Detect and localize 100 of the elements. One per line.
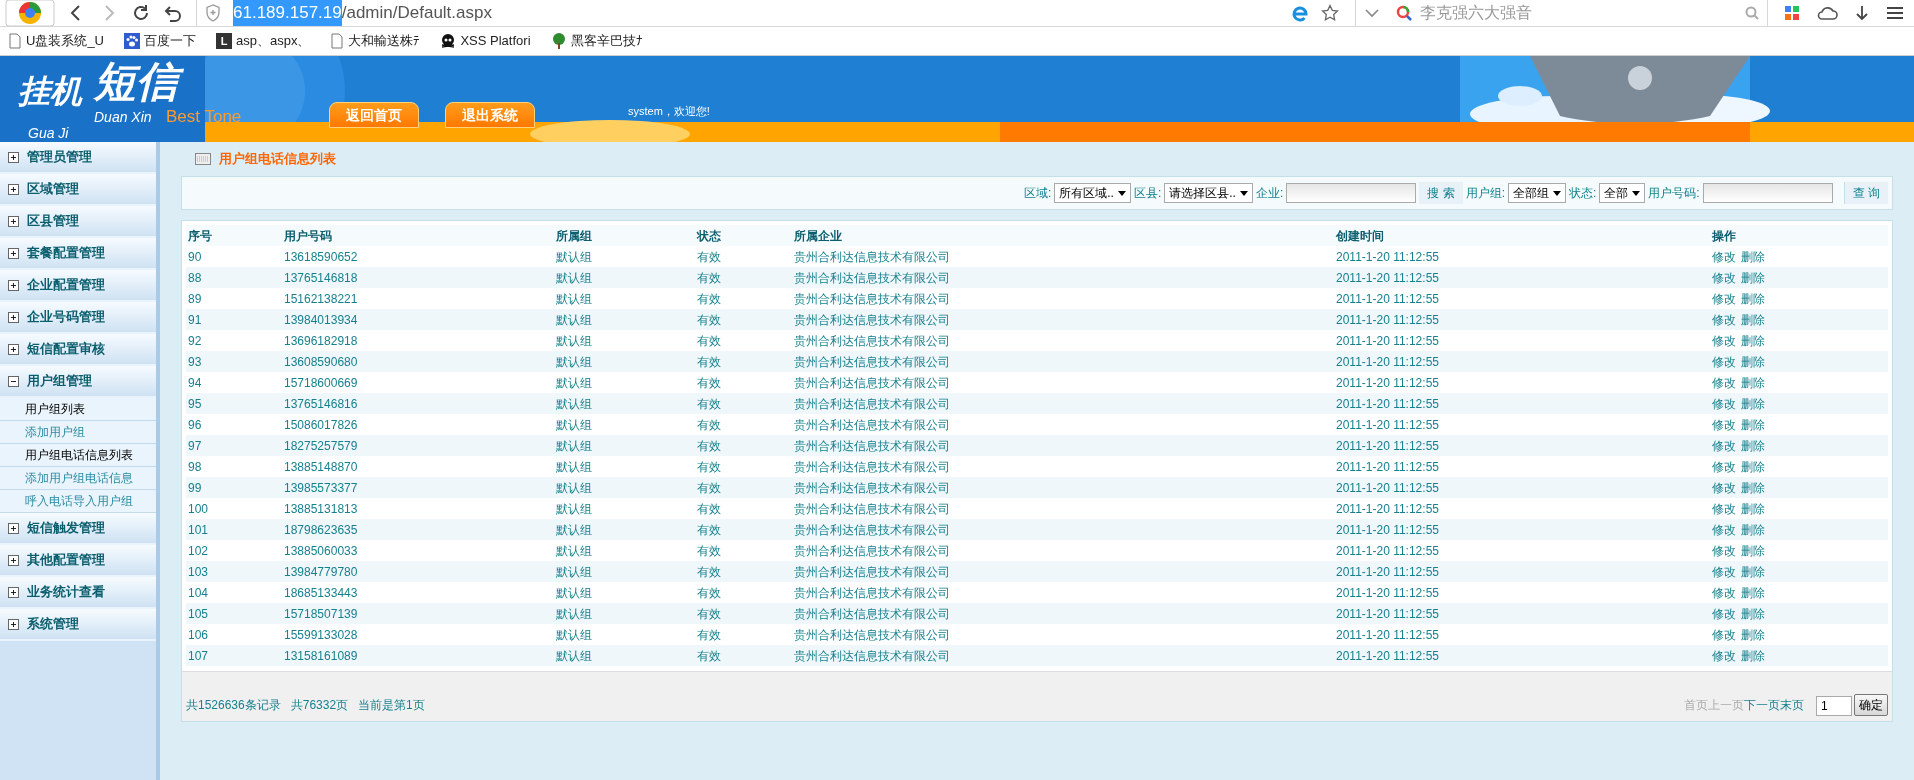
table-cell-text: 贵州合利达信息技术有限公司 (793, 542, 951, 560)
row-action-link[interactable]: 修改 (1712, 436, 1736, 455)
row-action-link[interactable]: 修改 (1712, 457, 1736, 476)
table-cell-text: 有效 (696, 311, 722, 329)
table-cell-text: 有效 (696, 332, 722, 350)
sidebar-subitem[interactable]: 添加用户组 (0, 421, 156, 444)
bookmark[interactable]: 大和輸送株ﾃ (330, 31, 421, 51)
bookmark[interactable]: 百度一下 (124, 31, 196, 51)
sidebar-subitem[interactable]: 添加用户组电话信息 (0, 467, 156, 490)
row-action-link[interactable]: 删除 (1741, 310, 1765, 329)
table-cell-text: 88 (187, 269, 203, 287)
row-action-link[interactable]: 删除 (1741, 436, 1765, 455)
row-action-link[interactable]: 删除 (1741, 625, 1765, 644)
row-action-link[interactable]: 修改 (1712, 604, 1736, 623)
sidebar-subitem[interactable]: 用户组列表 (0, 398, 156, 421)
search-button[interactable]: 搜 索 (1419, 182, 1463, 204)
sidebar-item[interactable]: 用户组管理 (0, 366, 156, 398)
table-cell-text: 有效 (696, 416, 722, 434)
bookmark[interactable]: 黑客辛巴技ﾅ (550, 31, 643, 51)
row-action-link[interactable]: 修改 (1712, 310, 1736, 329)
row-action-link[interactable]: 修改 (1712, 562, 1736, 581)
table-cell-text: 默认组 (555, 479, 593, 497)
sidebar-item[interactable]: 区域管理 (0, 174, 156, 206)
table-cell-text: 贵州合利达信息技术有限公司 (793, 269, 951, 287)
pager-link[interactable]: 下一页 (1744, 696, 1780, 714)
pager-link[interactable]: 末页 (1780, 696, 1804, 714)
table-cell-text: 贵州合利达信息技术有限公司 (793, 248, 951, 266)
table-cell-text: 13765146816 (283, 395, 359, 413)
row-action-link[interactable]: 修改 (1712, 331, 1736, 350)
dropdown[interactable]: 所有区域.. (1054, 183, 1131, 203)
row-action-link[interactable]: 删除 (1741, 373, 1765, 392)
row-action-link[interactable]: 删除 (1741, 331, 1765, 350)
sidebar-item[interactable]: 系统管理 (0, 609, 156, 641)
sidebar-item[interactable]: 短信配置审核 (0, 334, 156, 366)
row-action-link[interactable]: 删除 (1741, 415, 1765, 434)
row-action-link[interactable]: 修改 (1712, 268, 1736, 287)
filter-label: 区域: (1023, 185, 1052, 202)
row-action-link[interactable]: 修改 (1712, 415, 1736, 434)
search-button[interactable]: 查 询 (1843, 182, 1888, 204)
row-action-link[interactable]: 修改 (1712, 625, 1736, 644)
address-field[interactable]: 61.189.157.19/admin/Default.aspx (196, 0, 1356, 27)
table-cell-text: 有效 (696, 353, 722, 371)
table-cell-text: 13158161089 (283, 647, 359, 665)
row-action-link[interactable]: 删除 (1741, 247, 1765, 266)
row-action-link[interactable]: 删除 (1741, 394, 1765, 413)
table-cell-text: 有效 (696, 374, 722, 392)
sidebar-item[interactable]: 企业号码管理 (0, 302, 156, 334)
bookmark[interactable]: U盘装系统_U (8, 31, 104, 51)
row-action-link[interactable]: 修改 (1712, 352, 1736, 371)
row-action-link[interactable]: 删除 (1741, 562, 1765, 581)
row-action-link[interactable]: 修改 (1712, 247, 1736, 266)
row-action-link[interactable]: 修改 (1712, 478, 1736, 497)
row-action-link[interactable]: 修改 (1712, 583, 1736, 602)
row-action-link[interactable]: 修改 (1712, 289, 1736, 308)
row-action-link[interactable]: 删除 (1741, 583, 1765, 602)
table-cell-text: 贵州合利达信息技术有限公司 (793, 458, 951, 476)
row-action-link[interactable]: 删除 (1741, 268, 1765, 287)
table-cell-text: 2011-1-20 11:12:55 (1335, 353, 1440, 371)
table-cell-text: 89 (187, 290, 203, 308)
table-cell-text: 18685133443 (283, 584, 359, 602)
bookmark[interactable]: L asp、aspx、 (216, 31, 311, 51)
row-action-link[interactable]: 修改 (1712, 394, 1736, 413)
row-action-link[interactable]: 删除 (1741, 646, 1765, 665)
row-action-link[interactable]: 修改 (1712, 541, 1736, 560)
sidebar-subitem[interactable]: 用户组电话信息列表 (0, 444, 156, 467)
sidebar-item[interactable]: 管理员管理 (0, 142, 156, 174)
sidebar-item[interactable]: 企业配置管理 (0, 270, 156, 302)
row-action-link[interactable]: 删除 (1741, 457, 1765, 476)
record-summary: 共76332页 (290, 697, 349, 714)
row-action-link[interactable]: 删除 (1741, 478, 1765, 497)
dropdown[interactable]: 全部组 (1507, 183, 1566, 203)
confirm-button[interactable]: 确定 (1854, 694, 1888, 716)
row-action-link[interactable]: 删除 (1741, 289, 1765, 308)
sidebar-item[interactable]: 套餐配置管理 (0, 238, 156, 270)
table-cell-text: 贵州合利达信息技术有限公司 (793, 479, 951, 497)
bookmark[interactable]: XSS Platfori (440, 31, 531, 51)
row-action-link[interactable]: 修改 (1712, 499, 1736, 518)
row-action-link[interactable]: 修改 (1712, 646, 1736, 665)
row-action-link[interactable]: 删除 (1741, 352, 1765, 371)
row-action-link[interactable]: 修改 (1712, 373, 1736, 392)
sidebar-item[interactable]: 业务统计查看 (0, 577, 156, 609)
sidebar-item[interactable]: 区县管理 (0, 206, 156, 238)
table-cell-text: 2011-1-20 11:12:55 (1335, 332, 1440, 350)
table-cell-text: 默认组 (555, 248, 593, 266)
row-action-link[interactable]: 删除 (1741, 541, 1765, 560)
row-action-link[interactable]: 删除 (1741, 520, 1765, 539)
row-action-link[interactable]: 修改 (1712, 520, 1736, 539)
table-cell-text: 13608590680 (283, 353, 359, 371)
page-input[interactable]: 1 (1816, 696, 1852, 716)
dropdown[interactable]: 请选择区县.. (1164, 183, 1253, 203)
sidebar-item[interactable]: 短信触发管理 (0, 513, 156, 545)
sidebar-item[interactable]: 其他配置管理 (0, 545, 156, 577)
sidebar-subitem[interactable]: 呼入电话导入用户组 (0, 490, 156, 513)
dropdown[interactable]: 全部 (1599, 183, 1646, 203)
row-action-link[interactable]: 删除 (1741, 499, 1765, 518)
search-field[interactable]: 李克强六大强音 (1420, 1, 1737, 25)
row-action-link[interactable]: 删除 (1741, 604, 1765, 623)
table-cell-text: 15718600669 (283, 374, 359, 392)
filter-label: 状态: (1568, 185, 1597, 202)
table-cell-text: 默认组 (555, 563, 593, 581)
